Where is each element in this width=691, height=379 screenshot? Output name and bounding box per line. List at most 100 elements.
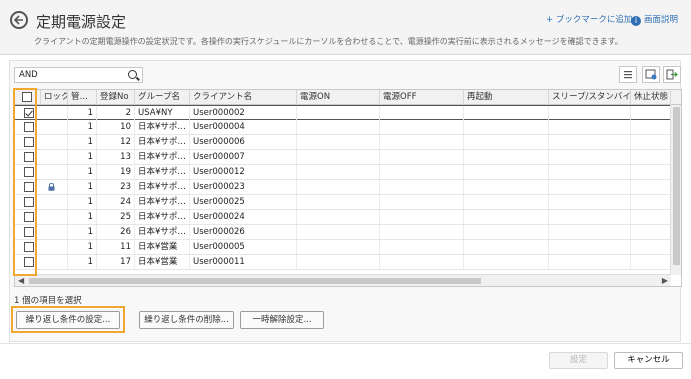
table-row[interactable]: 1 2 USA¥NY User000002 bbox=[15, 105, 671, 120]
cell-group: 日本¥営業 bbox=[135, 240, 190, 254]
cell-kan: 1 bbox=[68, 165, 97, 179]
row-checkbox[interactable] bbox=[24, 182, 34, 192]
info-icon: i bbox=[631, 16, 641, 26]
col-reg-no[interactable]: 登録No bbox=[97, 90, 135, 105]
cell bbox=[297, 240, 380, 254]
cell bbox=[380, 225, 464, 239]
table-row[interactable]: 1 26 日本¥サポ… User000026 bbox=[15, 225, 671, 240]
cell-kan: 1 bbox=[68, 195, 97, 209]
cell-no: 13 bbox=[97, 150, 135, 164]
scroll-right-icon[interactable]: ▶ bbox=[662, 276, 668, 285]
cell-client: User000002 bbox=[190, 106, 297, 120]
cell bbox=[297, 106, 380, 120]
search-icon[interactable] bbox=[128, 70, 137, 79]
row-checkbox[interactable] bbox=[24, 137, 34, 147]
table-row[interactable]: 1 24 日本¥サポ… User000025 bbox=[15, 195, 671, 210]
cell-no: 12 bbox=[97, 135, 135, 149]
cell bbox=[631, 165, 671, 179]
row-checkbox[interactable] bbox=[24, 257, 34, 267]
cell-client: User000004 bbox=[190, 120, 297, 134]
vertical-scrollbar[interactable] bbox=[670, 105, 681, 275]
list-view-button[interactable] bbox=[619, 66, 637, 83]
repeat-condition-delete-button[interactable]: 繰り返し条件の削除... bbox=[139, 311, 234, 329]
col-power-off[interactable]: 電源OFF bbox=[380, 90, 464, 105]
cell-no: 11 bbox=[97, 240, 135, 254]
table-row[interactable]: 1 10 日本¥サポ… User000004 bbox=[15, 120, 671, 135]
cell-kan: 1 bbox=[68, 106, 97, 120]
cell bbox=[631, 106, 671, 120]
table-row[interactable]: 1 12 日本¥サポ… User000006 bbox=[15, 135, 671, 150]
row-checkbox[interactable] bbox=[24, 197, 34, 207]
col-power-on[interactable]: 電源ON bbox=[297, 90, 380, 105]
search-box[interactable]: AND bbox=[14, 67, 143, 83]
cell bbox=[631, 210, 671, 224]
row-checkbox[interactable] bbox=[24, 212, 34, 222]
col-sleep[interactable]: スリープ/スタンバイ bbox=[549, 90, 631, 105]
vertical-scroll-thumb[interactable] bbox=[673, 107, 680, 265]
cell bbox=[549, 106, 631, 120]
temporary-release-button[interactable]: 一時解除設定... bbox=[240, 311, 324, 329]
horizontal-scroll-thumb[interactable] bbox=[29, 278, 481, 284]
row-checkbox[interactable] bbox=[24, 242, 34, 252]
table-row[interactable]: 1 11 日本¥営業 User000005 bbox=[15, 240, 671, 255]
repeat-condition-set-button[interactable]: 繰り返し条件の設定... bbox=[16, 311, 120, 329]
col-restart[interactable]: 再起動 bbox=[464, 90, 549, 105]
cell bbox=[549, 135, 631, 149]
table-row[interactable]: 1 17 日本¥営業 User000011 bbox=[15, 255, 671, 270]
help-link[interactable]: i 画面説明 bbox=[631, 13, 678, 26]
row-checkbox[interactable] bbox=[24, 152, 34, 162]
column-settings-button[interactable] bbox=[642, 66, 660, 83]
cell bbox=[464, 225, 549, 239]
export-icon bbox=[666, 69, 678, 80]
cell bbox=[464, 120, 549, 134]
horizontal-scrollbar[interactable]: ◀ ▶ bbox=[15, 274, 671, 286]
cell bbox=[631, 120, 671, 134]
cell bbox=[380, 165, 464, 179]
cell bbox=[631, 255, 671, 269]
cell bbox=[297, 135, 380, 149]
col-kan[interactable]: 管… bbox=[68, 90, 97, 105]
table-row[interactable]: 1 13 日本¥サポ… User000007 bbox=[15, 150, 671, 165]
table-row[interactable]: 1 25 日本¥サポ… User000024 bbox=[15, 210, 671, 225]
row-checkbox[interactable] bbox=[24, 122, 34, 132]
cell-kan: 1 bbox=[68, 150, 97, 164]
cell bbox=[464, 180, 549, 194]
cell-client: User000024 bbox=[190, 210, 297, 224]
row-checkbox[interactable] bbox=[24, 108, 34, 118]
select-all-checkbox[interactable] bbox=[22, 92, 32, 102]
list-icon bbox=[624, 71, 632, 79]
cell bbox=[380, 135, 464, 149]
search-input[interactable]: AND bbox=[19, 70, 38, 80]
add-bookmark-link[interactable]: + ブックマークに追加 bbox=[546, 13, 632, 25]
col-group[interactable]: グループ名 bbox=[135, 90, 190, 105]
cancel-button[interactable]: キャンセル bbox=[614, 352, 683, 369]
cell bbox=[41, 120, 68, 134]
ok-button[interactable]: 設定 bbox=[549, 352, 608, 369]
cell bbox=[464, 150, 549, 164]
cell bbox=[464, 135, 549, 149]
page-title: 定期電源設定 bbox=[36, 13, 127, 31]
cell bbox=[297, 225, 380, 239]
cell bbox=[380, 195, 464, 209]
cell-kan: 1 bbox=[68, 180, 97, 194]
export-button[interactable] bbox=[663, 66, 681, 83]
col-hibernate[interactable]: 休止状態 bbox=[631, 90, 671, 105]
back-button[interactable] bbox=[10, 11, 28, 29]
scroll-left-icon[interactable]: ◀ bbox=[18, 276, 24, 285]
row-checkbox[interactable] bbox=[24, 167, 34, 177]
cell bbox=[41, 225, 68, 239]
table-row[interactable]: 1 19 日本¥サポ… User000012 bbox=[15, 165, 671, 180]
cell-kan: 1 bbox=[68, 135, 97, 149]
table-row[interactable]: 1 23 日本¥サポ… User000023 bbox=[15, 180, 671, 195]
cell bbox=[549, 150, 631, 164]
cell bbox=[464, 240, 549, 254]
col-client[interactable]: クライアント名 bbox=[190, 90, 297, 105]
cell bbox=[549, 240, 631, 254]
cell-group: 日本¥サポ… bbox=[135, 195, 190, 209]
col-lock[interactable]: ロック bbox=[41, 90, 68, 105]
cell bbox=[380, 240, 464, 254]
cell-group: 日本¥サポ… bbox=[135, 225, 190, 239]
cell bbox=[380, 210, 464, 224]
cell bbox=[631, 195, 671, 209]
row-checkbox[interactable] bbox=[24, 227, 34, 237]
